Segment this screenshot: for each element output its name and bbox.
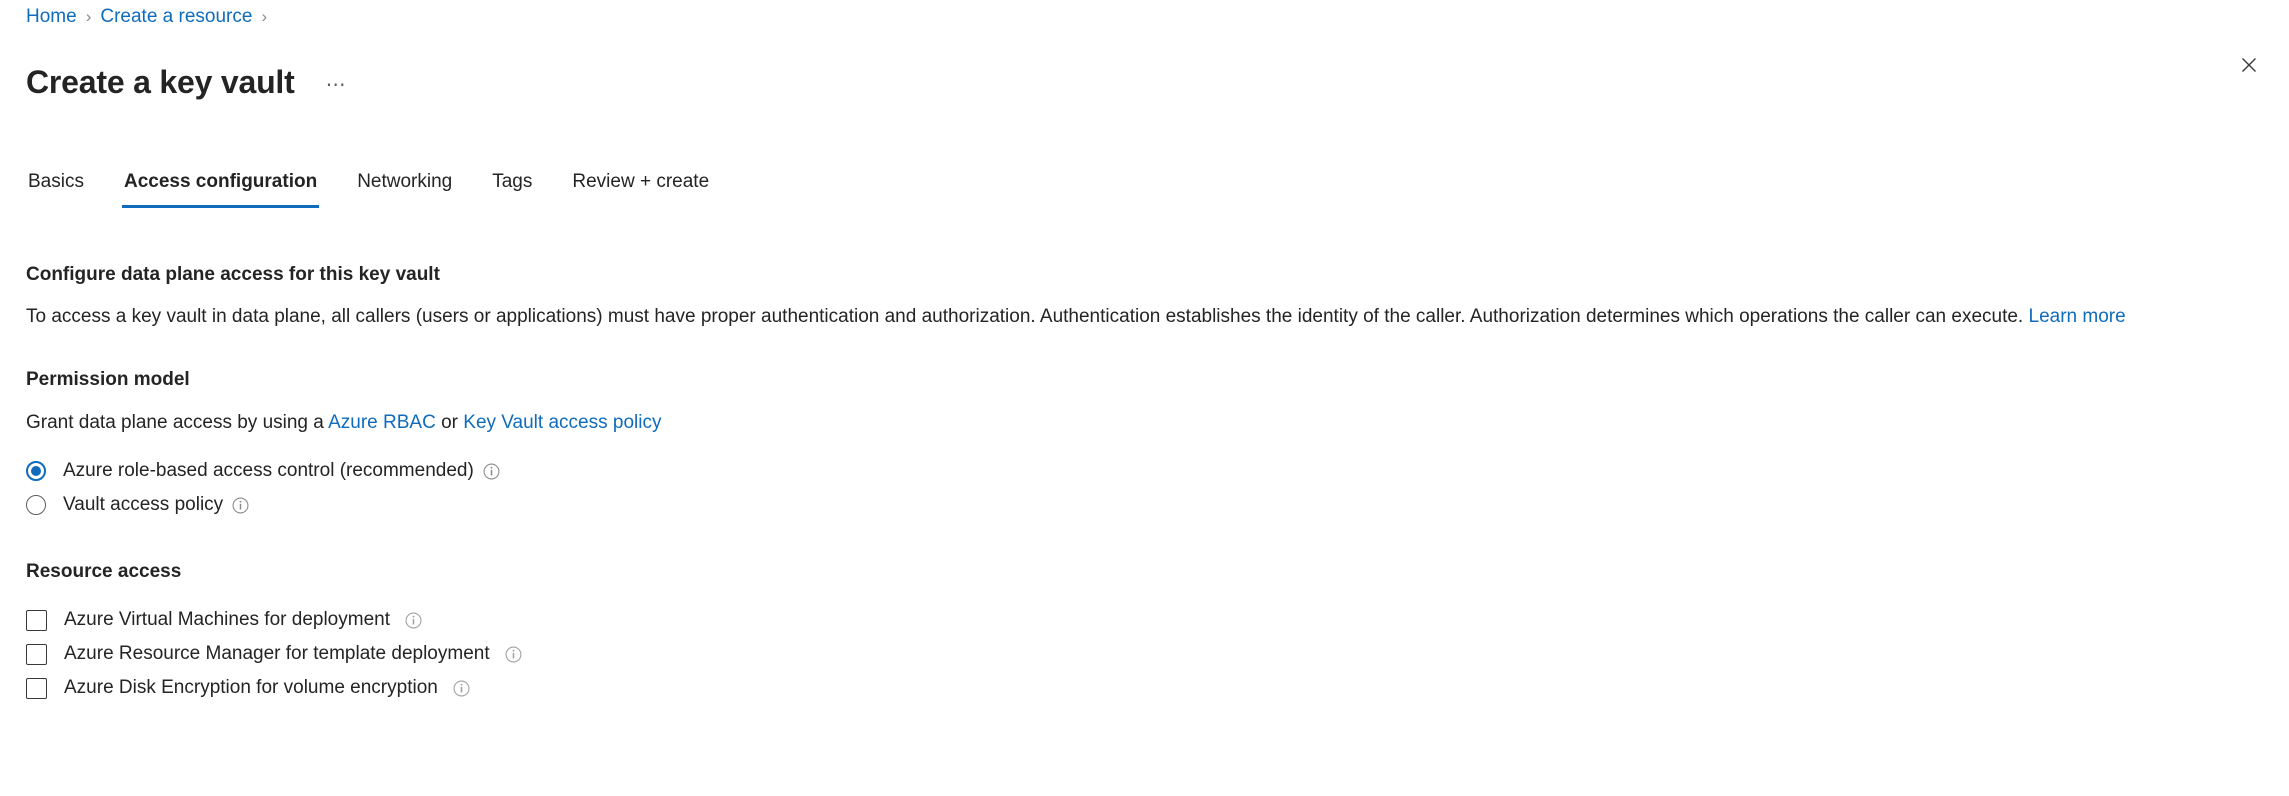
more-actions-button[interactable]: ⋯ (321, 70, 351, 100)
radio-azure-rbac[interactable]: Azure role-based access control (recomme… (26, 454, 2263, 488)
tab-tags[interactable]: Tags (490, 170, 534, 208)
radio-button-icon (26, 495, 46, 515)
key-vault-access-policy-link[interactable]: Key Vault access policy (463, 412, 661, 433)
tab-bar: Basics Access configuration Networking T… (26, 160, 711, 208)
breadcrumb-item-create-a-resource[interactable]: Create a resource (100, 4, 252, 30)
close-button[interactable] (2232, 48, 2266, 82)
info-icon[interactable] (232, 497, 249, 514)
info-icon[interactable] (453, 680, 470, 697)
breadcrumb-separator-icon: › (261, 7, 268, 26)
breadcrumb-item-home[interactable]: Home (26, 4, 77, 30)
learn-more-link[interactable]: Learn more (2029, 306, 2126, 327)
configure-description-text: To access a key vault in data plane, all… (26, 306, 2024, 327)
resource-access-heading: Resource access (26, 561, 182, 582)
permission-model-radio-group: Azure role-based access control (recomme… (26, 454, 2263, 522)
azure-rbac-link[interactable]: Azure RBAC (328, 412, 436, 433)
checkbox-label-azure-resource-manager: Azure Resource Manager for template depl… (64, 643, 490, 664)
grant-prefix-text: Grant data plane access by using a (26, 412, 324, 433)
checkbox-azure-resource-manager[interactable]: Azure Resource Manager for template depl… (26, 637, 2263, 671)
info-icon[interactable] (505, 646, 522, 663)
radio-label-azure-rbac: Azure role-based access control (recomme… (63, 460, 474, 481)
checkbox-azure-disk-encryption[interactable]: Azure Disk Encryption for volume encrypt… (26, 671, 2263, 705)
tab-review-create[interactable]: Review + create (570, 170, 711, 208)
configure-data-plane-heading: Configure data plane access for this key… (26, 264, 440, 285)
breadcrumb-separator-icon: › (85, 7, 92, 26)
info-icon[interactable] (405, 612, 422, 629)
tab-networking[interactable]: Networking (355, 170, 454, 208)
or-text: or (441, 412, 458, 433)
permission-model-heading: Permission model (26, 369, 190, 390)
checkbox-icon (26, 677, 47, 699)
breadcrumb: Home › Create a resource › (26, 4, 276, 30)
radio-vault-access-policy[interactable]: Vault access policy (26, 488, 2263, 522)
page-header: Create a key vault ⋯ (26, 40, 351, 125)
checkbox-icon (26, 643, 47, 665)
info-icon[interactable] (483, 463, 500, 480)
checkbox-label-azure-disk-encryption: Azure Disk Encryption for volume encrypt… (64, 677, 438, 698)
radio-label-vault-access-policy: Vault access policy (63, 494, 224, 515)
tab-basics[interactable]: Basics (26, 170, 86, 208)
permission-model-description: Grant data plane access by using a Azure… (26, 410, 2263, 436)
close-icon (2242, 58, 2256, 72)
page-title: Create a key vault (26, 64, 295, 101)
radio-button-icon (26, 461, 46, 481)
radio-selected-dot-icon (31, 466, 41, 476)
checkbox-azure-virtual-machines[interactable]: Azure Virtual Machines for deployment (26, 603, 2263, 637)
main-content: Configure data plane access for this key… (26, 262, 2263, 705)
checkbox-icon (26, 609, 47, 631)
checkbox-label-azure-virtual-machines: Azure Virtual Machines for deployment (64, 609, 390, 630)
tab-access-configuration[interactable]: Access configuration (121, 170, 320, 208)
configure-data-plane-description: To access a key vault in data plane, all… (26, 304, 2263, 330)
resource-access-checkbox-group: Azure Virtual Machines for deployment Az… (26, 603, 2263, 705)
